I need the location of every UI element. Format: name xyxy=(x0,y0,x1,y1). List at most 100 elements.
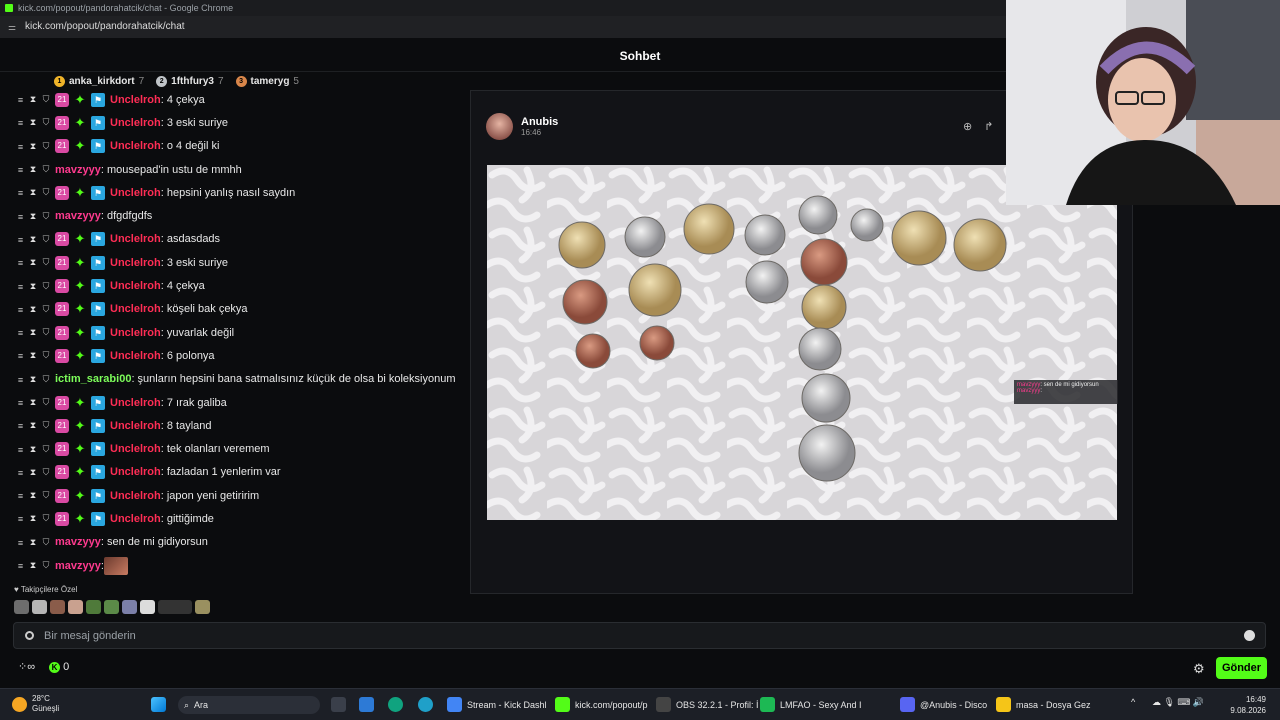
address-bar[interactable]: ⚌ kick.com/popout/pandorahatcik/chat xyxy=(0,16,1006,38)
message-menu-icon[interactable]: ≡ xyxy=(17,421,24,431)
message-menu-icon[interactable]: ≡ xyxy=(17,142,24,152)
chat-message[interactable]: ≡ ⧗ ⛉ 21 ✦ ⚑ Unclelroh: fazladan 1 yenlerim va… xyxy=(0,461,475,484)
taskbar-app[interactable]: OBS 32.2.1 - Profil: İ xyxy=(656,697,759,712)
send-button[interactable]: Gönder xyxy=(1216,657,1267,679)
settings-gear-icon[interactable]: ⚙ xyxy=(1193,661,1205,677)
message-menu-icon[interactable]: ≡ xyxy=(17,561,24,571)
kick-points[interactable]: K 0 xyxy=(49,661,69,673)
chat-message[interactable]: ≡ ⧗ ⛉ 21 ✦ ⚑ Unclelroh: tek olanları veremem xyxy=(0,437,475,460)
message-menu-icon[interactable]: ≡ xyxy=(17,165,24,175)
chat-input[interactable]: Bir mesaj gönderin xyxy=(13,622,1266,649)
chat-username[interactable]: Unclelroh xyxy=(110,350,161,362)
chat-username[interactable]: Unclelroh xyxy=(110,466,161,478)
chat-message[interactable]: ≡ ⧗ ⛉ 21 ✦ ⚑ Unclelroh: 6 polonya xyxy=(0,344,475,367)
message-menu-icon[interactable]: ≡ xyxy=(17,235,24,245)
message-menu-icon[interactable]: ≡ xyxy=(17,398,24,408)
chat-username[interactable]: Unclelroh xyxy=(110,140,161,152)
chat-username[interactable]: Unclelroh xyxy=(110,303,161,315)
infinity-icon[interactable]: ⁘∞ xyxy=(18,660,35,673)
chat-message[interactable]: ≡ ⧗ ⛉ 21 ✦ ⚑ Unclelroh: köşeli bak çekya xyxy=(0,298,475,321)
message-menu-icon[interactable]: ≡ xyxy=(17,375,24,385)
site-settings-icon[interactable]: ⚌ xyxy=(8,22,16,33)
weather-widget[interactable]: 28°C Güneşli xyxy=(12,694,59,714)
tray-chevron-icon[interactable]: ^ xyxy=(1131,697,1135,707)
chat-message[interactable]: ≡ ⧗ ⛉ 21 ✦ ⚑ Unclelroh: 3 eski suriye xyxy=(0,251,475,274)
message-menu-icon[interactable]: ≡ xyxy=(17,212,24,222)
message-menu-icon[interactable]: ≡ xyxy=(17,514,24,524)
chat-username[interactable]: Unclelroh xyxy=(110,420,161,432)
chat-message[interactable]: ≡ ⧗ ⛉ 21 ✦ ⚑ Unclelroh: yuvarlak değil xyxy=(0,321,475,344)
chat-username[interactable]: Unclelroh xyxy=(110,257,161,269)
taskbar-app[interactable]: @Anubis - Disco xyxy=(900,697,987,712)
leaderboard-entry[interactable]: 1 anka_kirkdort 7 xyxy=(54,76,144,87)
chat-username[interactable]: Unclelroh xyxy=(110,187,161,199)
leaderboard-entry[interactable]: 3 tameryg 5 xyxy=(235,76,299,87)
chat-message[interactable]: ≡ ⧗ ⛉ 21 ✦ ⚑ Unclelroh: gittiğimde xyxy=(0,507,475,530)
chat-image-thumbnail[interactable] xyxy=(103,556,128,575)
chat-username[interactable]: Unclelroh xyxy=(110,117,161,129)
chat-message[interactable]: ≡ ⧗ ⛉ 21 ✦ ⚑ Unclelroh: asdasdads xyxy=(0,228,475,251)
chat-message[interactable]: ≡ ⧗ ⛉ 21 ✦ ⚑ Unclelroh: 7 ırak galiba xyxy=(0,391,475,414)
address-url[interactable]: kick.com/popout/pandorahatcik/chat xyxy=(25,21,185,32)
message-menu-icon[interactable]: ≡ xyxy=(17,468,24,478)
chat-username[interactable]: Unclelroh xyxy=(110,443,161,455)
chatgpt-icon[interactable] xyxy=(388,697,403,712)
zoom-icon[interactable]: ⊕ xyxy=(963,120,972,133)
chat-message[interactable]: ≡ ⧗ ⛉ 21 ✦ ⚑ Unclelroh: 4 çekya xyxy=(0,88,475,111)
edge-icon[interactable] xyxy=(418,697,433,712)
share-icon[interactable]: ↱ xyxy=(984,120,993,133)
message-menu-icon[interactable]: ≡ xyxy=(17,258,24,268)
chat-username[interactable]: Unclelroh xyxy=(110,280,161,292)
store-icon[interactable] xyxy=(359,697,374,712)
chat-message[interactable]: ≡ ⧗ ⛉ 21 ✦ ⚑ Unclelroh: hepsini yanlış nasıl s… xyxy=(0,181,475,204)
chat-username[interactable]: Unclelroh xyxy=(110,233,161,245)
leaderboard-entry[interactable]: 2 1fthfury3 7 xyxy=(156,76,224,87)
message-menu-icon[interactable]: ≡ xyxy=(17,282,24,292)
message-menu-icon[interactable]: ≡ xyxy=(17,445,24,455)
emote-2[interactable] xyxy=(32,600,47,614)
emote-8[interactable] xyxy=(140,600,155,614)
emote-10[interactable] xyxy=(195,600,210,614)
chat-message[interactable]: ≡ ⧗ ⛉ 21 ✦ ⚑ Unclelroh: 3 eski suriye xyxy=(0,111,475,134)
chat-username[interactable]: Unclelroh xyxy=(110,397,161,409)
taskbar-app[interactable]: Stream - Kick Dashl xyxy=(447,697,547,712)
taskbar-app[interactable]: LMFAO - Sexy And I xyxy=(760,697,862,712)
chat-message[interactable]: ≡ ⧗ ⛉ mavzyyy: sen de mi gidiyorsun xyxy=(0,531,475,554)
emote-9[interactable] xyxy=(158,600,192,614)
message-menu-icon[interactable]: ≡ xyxy=(17,95,24,105)
chat-username[interactable]: mavzyyy xyxy=(55,560,101,572)
emote-5[interactable] xyxy=(86,600,101,614)
chat-username[interactable]: mavzyyy xyxy=(55,164,101,176)
chat-message[interactable]: ≡ ⧗ ⛉ ictim_sarabi00: şunların hepsini bana… xyxy=(0,368,475,391)
chat-mode-icon[interactable] xyxy=(25,631,34,640)
message-menu-icon[interactable]: ≡ xyxy=(17,491,24,501)
chat-message[interactable]: ≡ ⧗ ⛉ mavzyyy: dfgdfgdfs xyxy=(0,204,475,227)
chat-message[interactable]: ≡ ⧗ ⛉ 21 ✦ ⚑ Unclelroh: japon yeni getiririm xyxy=(0,484,475,507)
chat-username[interactable]: Unclelroh xyxy=(110,327,161,339)
message-menu-icon[interactable]: ≡ xyxy=(17,328,24,338)
chat-username[interactable]: Unclelroh xyxy=(110,490,161,502)
chat-message[interactable]: ≡ ⧗ ⛉ 21 ✦ ⚑ Unclelroh: 8 tayland xyxy=(0,414,475,437)
chat-username[interactable]: mavzyyy xyxy=(55,210,101,222)
coins-photo[interactable] xyxy=(487,165,1117,520)
emote-1[interactable] xyxy=(14,600,29,614)
emoji-icon[interactable] xyxy=(1244,630,1255,641)
chat-message[interactable]: ≡ ⧗ ⛉ mavzyyy: xyxy=(0,554,475,577)
message-menu-icon[interactable]: ≡ xyxy=(17,118,24,128)
chat-username[interactable]: Unclelroh xyxy=(110,94,161,106)
message-menu-icon[interactable]: ≡ xyxy=(17,538,24,548)
emote-3[interactable] xyxy=(50,600,65,614)
taskbar-app[interactable]: kick.com/popout/p xyxy=(555,697,648,712)
emote-6[interactable] xyxy=(104,600,119,614)
chat-username[interactable]: mavzyyy xyxy=(55,536,101,548)
tray-icons[interactable]: ☁ 🎙 ⌨ 🔊 xyxy=(1152,697,1204,708)
message-menu-icon[interactable]: ≡ xyxy=(17,188,24,198)
system-clock[interactable]: 16:49 9.08.2026 xyxy=(1230,694,1266,716)
chat-message[interactable]: ≡ ⧗ ⛉ 21 ✦ ⚑ Unclelroh: o 4 değil ki xyxy=(0,135,475,158)
chat-message[interactable]: ≡ ⧗ ⛉ mavzyyy: mousepad'in ustu de mmhh xyxy=(0,158,475,181)
taskbar-search[interactable]: ⌕ Ara xyxy=(178,696,320,714)
message-menu-icon[interactable]: ≡ xyxy=(17,351,24,361)
chat-message[interactable]: ≡ ⧗ ⛉ 21 ✦ ⚑ Unclelroh: 4 çekya xyxy=(0,274,475,297)
start-button[interactable] xyxy=(151,697,166,712)
message-menu-icon[interactable]: ≡ xyxy=(17,305,24,315)
